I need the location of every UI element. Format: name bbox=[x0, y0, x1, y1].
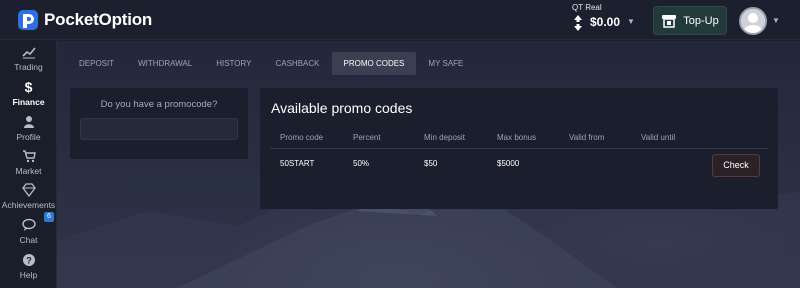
column-header-promo-code: Promo code bbox=[280, 133, 324, 142]
finance-tabs: DEPOSIT WITHDRAWAL HISTORY CASHBACK PROM… bbox=[67, 52, 475, 75]
cell-promo-code: 50START bbox=[280, 159, 315, 168]
available-promo-codes-panel: Available promo codes Promo code Percent… bbox=[260, 88, 778, 209]
column-header-min-deposit: Min deposit bbox=[424, 133, 465, 142]
sidebar-item-label: Chat bbox=[19, 235, 38, 245]
sidebar: Trading $ Finance Profile Market Achieve… bbox=[0, 40, 57, 288]
cell-min-deposit: $50 bbox=[424, 159, 438, 168]
sidebar-item-profile[interactable]: Profile bbox=[0, 115, 57, 149]
chat-unread-badge: 6 bbox=[44, 212, 54, 222]
sidebar-item-chat[interactable]: Chat bbox=[0, 218, 57, 252]
sidebar-item-label: Achievements bbox=[1, 200, 56, 210]
cart-icon bbox=[22, 150, 36, 163]
svg-text:?: ? bbox=[26, 256, 32, 266]
tab-withdrawal[interactable]: WITHDRAWAL bbox=[126, 52, 204, 75]
tab-promo-codes[interactable]: PROMO CODES bbox=[331, 52, 417, 75]
promo-codes-table: Promo code Percent Min deposit Max bonus… bbox=[270, 127, 768, 183]
chat-icon bbox=[21, 218, 36, 231]
column-header-valid-until: Valid until bbox=[641, 133, 676, 142]
sidebar-item-label: Market bbox=[15, 166, 42, 176]
brand-name: PocketOption bbox=[44, 10, 153, 29]
account-switcher[interactable]: QT Real $0.00 ▼ bbox=[570, 3, 640, 37]
diamond-icon bbox=[21, 183, 36, 197]
up-down-arrows-icon bbox=[574, 15, 582, 31]
user-avatar-icon bbox=[741, 9, 765, 33]
wallet-icon bbox=[662, 14, 677, 28]
app-root: PocketOption QT Real $0.00 ▼ Top-Up ▼ Tr… bbox=[0, 0, 800, 288]
dollar-icon: $ bbox=[24, 79, 33, 95]
column-header-percent: Percent bbox=[353, 133, 381, 142]
top-bar: PocketOption QT Real $0.00 ▼ Top-Up ▼ bbox=[0, 0, 800, 40]
brand-logo[interactable]: PocketOption bbox=[17, 9, 152, 31]
account-type-label: QT Real bbox=[572, 3, 602, 12]
balance-value: $0.00 bbox=[590, 15, 621, 29]
topup-label: Top-Up bbox=[683, 14, 719, 27]
sidebar-item-market[interactable]: Market bbox=[0, 149, 57, 183]
table-row: 50START 50% $50 $5000 Check bbox=[270, 149, 768, 183]
tab-history[interactable]: HISTORY bbox=[204, 52, 263, 75]
sidebar-item-finance[interactable]: $ Finance bbox=[0, 80, 57, 114]
sidebar-item-label: Help bbox=[19, 270, 38, 280]
avatar-chevron-down-icon[interactable]: ▼ bbox=[772, 16, 780, 25]
column-header-max-bonus: Max bonus bbox=[497, 133, 537, 142]
pocketoption-logo-icon bbox=[18, 10, 38, 30]
tab-cashback[interactable]: CASHBACK bbox=[263, 52, 331, 75]
sidebar-item-label: Trading bbox=[14, 62, 43, 72]
sidebar-item-label: Profile bbox=[16, 132, 41, 142]
cell-percent: 50% bbox=[353, 159, 370, 168]
promocode-input-panel: Do you have a promocode? bbox=[70, 88, 248, 159]
check-promo-button[interactable]: Check bbox=[712, 154, 760, 177]
avatar[interactable] bbox=[739, 7, 767, 35]
chart-icon bbox=[21, 47, 36, 59]
user-icon bbox=[23, 116, 34, 128]
promocode-input[interactable] bbox=[80, 118, 238, 140]
tab-deposit[interactable]: DEPOSIT bbox=[67, 52, 126, 75]
sidebar-item-label: Finance bbox=[12, 97, 45, 107]
topup-button[interactable]: Top-Up bbox=[653, 6, 727, 35]
panel-title: Available promo codes bbox=[271, 100, 413, 116]
column-header-valid-from: Valid from bbox=[569, 133, 605, 142]
sidebar-item-trading[interactable]: Trading bbox=[0, 45, 57, 79]
help-icon: ? bbox=[22, 254, 35, 266]
table-header-row: Promo code Percent Min deposit Max bonus… bbox=[270, 127, 768, 149]
cell-max-bonus: $5000 bbox=[497, 159, 520, 168]
sidebar-item-help[interactable]: ? Help bbox=[0, 253, 57, 287]
promocode-question: Do you have a promocode? bbox=[100, 99, 218, 110]
chevron-down-icon: ▼ bbox=[627, 17, 635, 26]
tab-my-safe[interactable]: MY SAFE bbox=[416, 52, 475, 75]
